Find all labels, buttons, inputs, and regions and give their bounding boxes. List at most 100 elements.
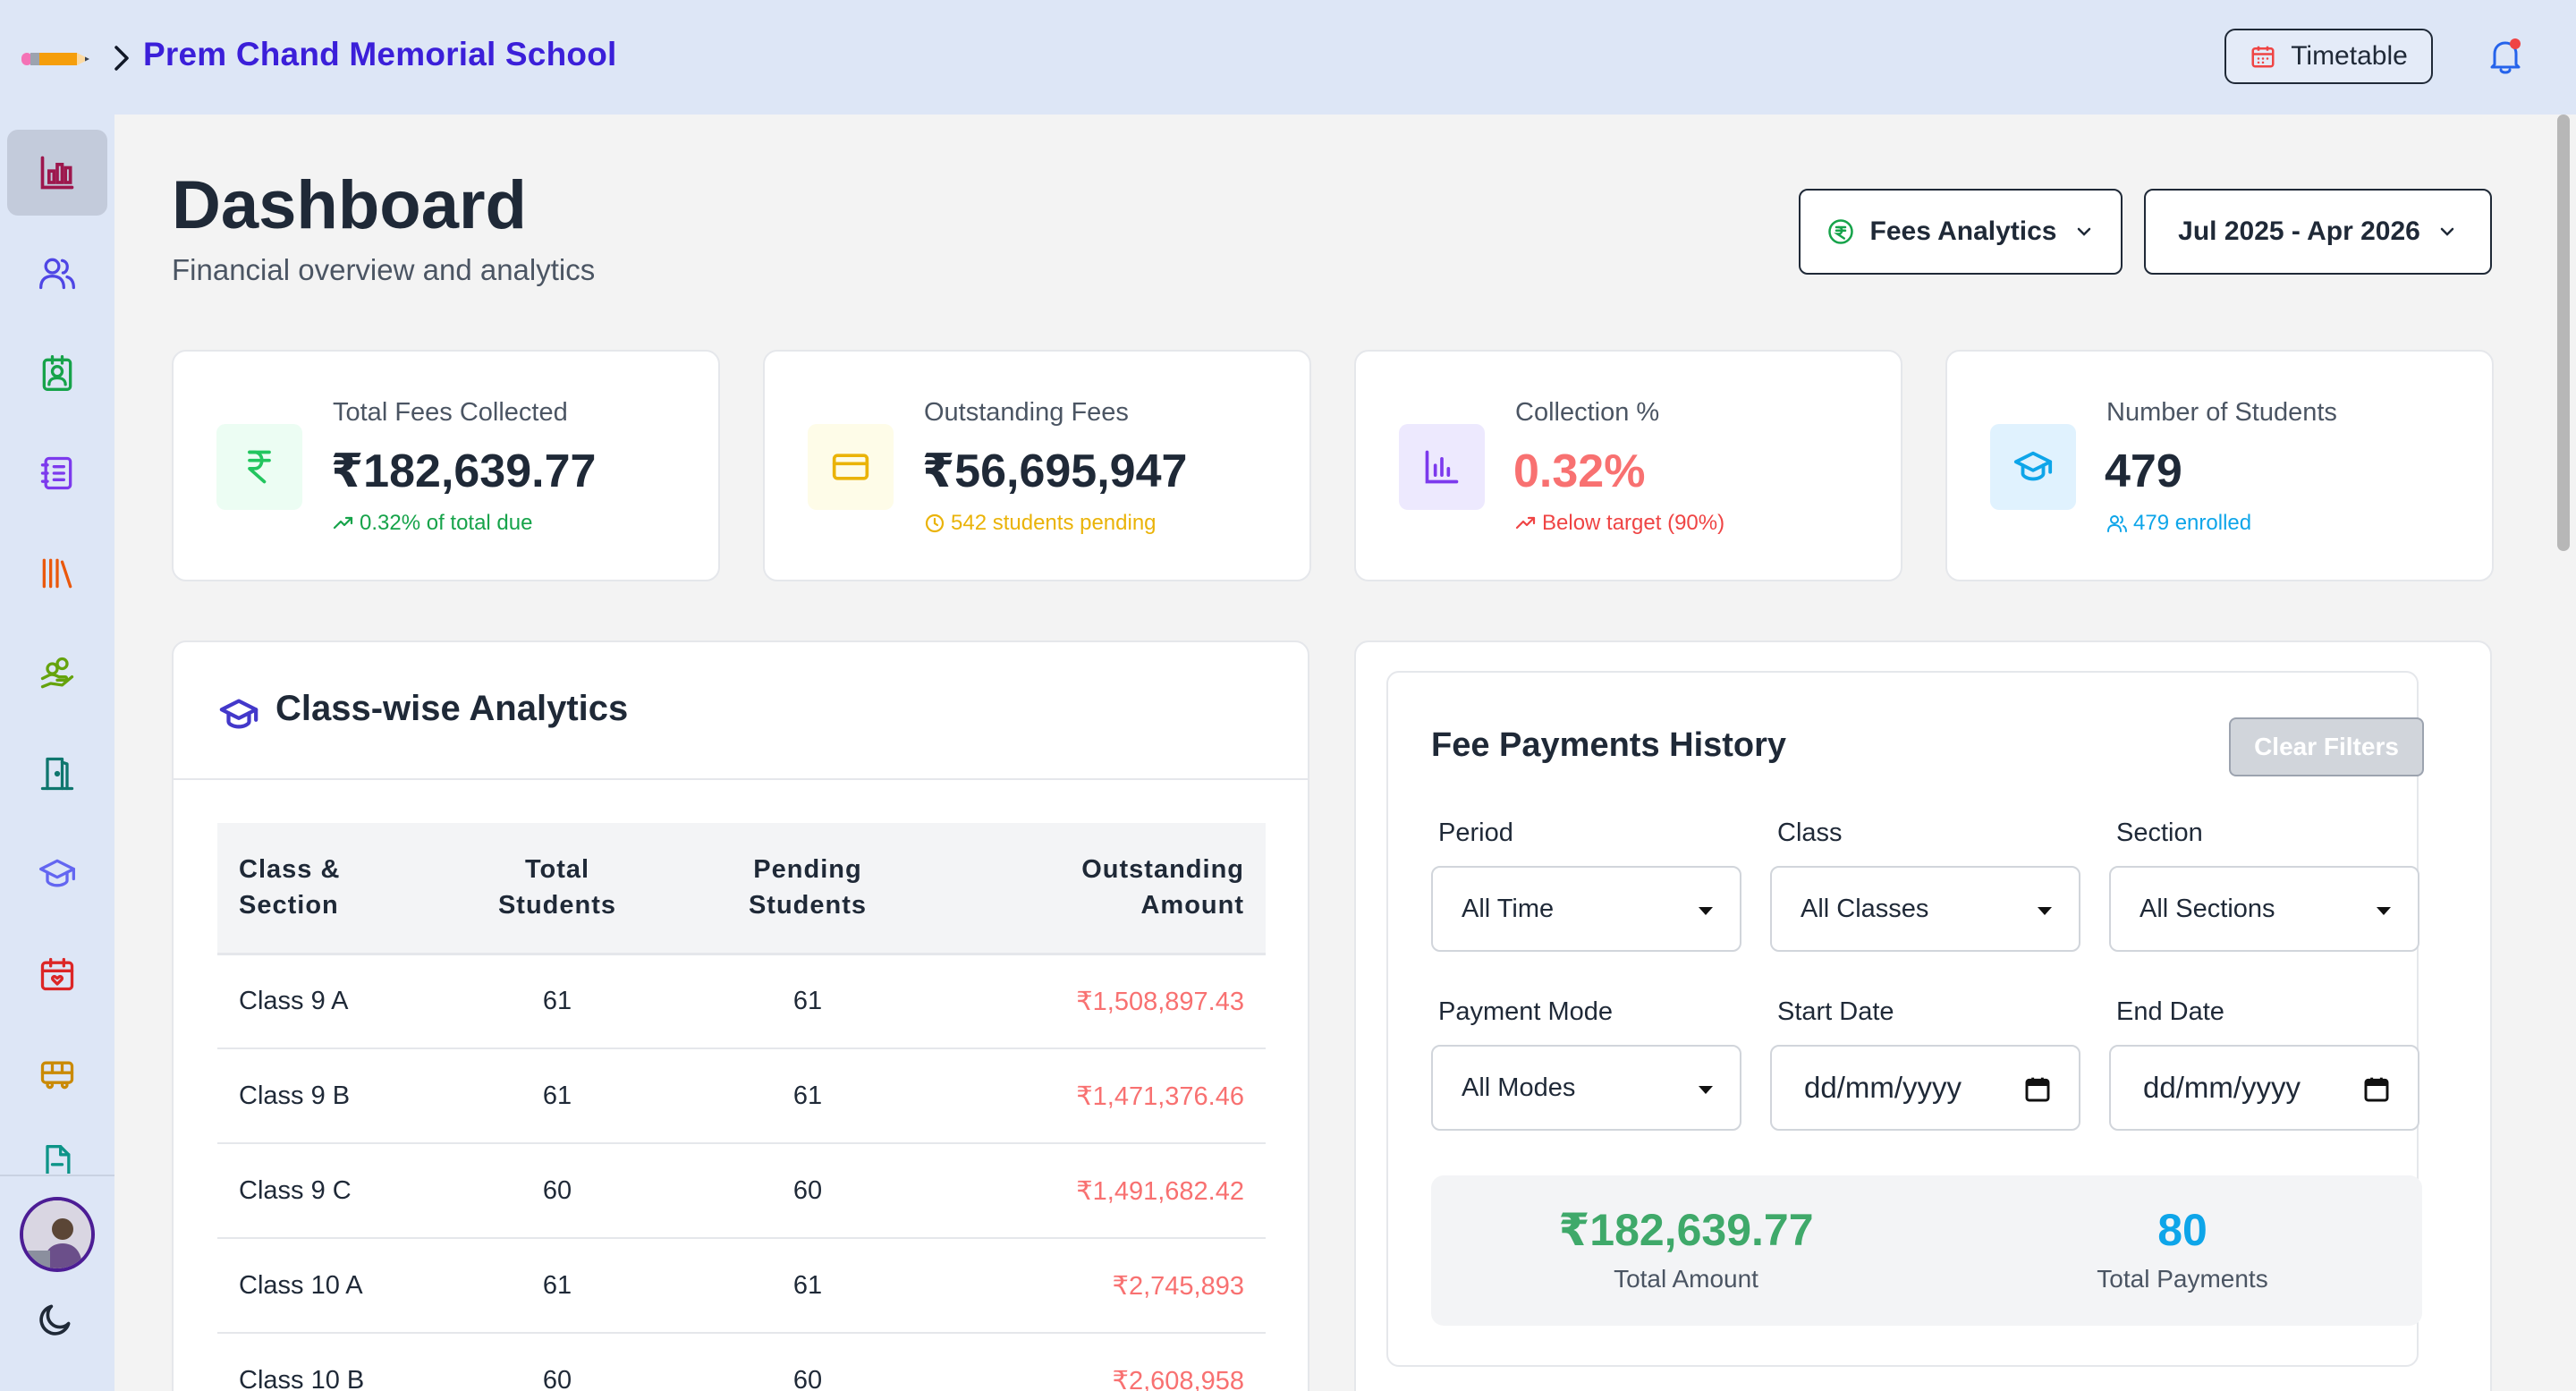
stat-label: Number of Students xyxy=(2106,398,2337,427)
column-header-class[interactable]: Class & Section xyxy=(217,823,432,955)
clear-filters-button[interactable]: Clear Filters xyxy=(2229,717,2424,776)
clock-icon xyxy=(925,513,945,533)
rupee-icon xyxy=(248,450,271,484)
analytics-type-label: Fees Analytics xyxy=(1869,216,2057,246)
notification-bell-icon[interactable] xyxy=(2487,36,2524,77)
sidebar-item-dashboard[interactable] xyxy=(7,130,107,216)
users-icon xyxy=(2107,515,2127,532)
section-label: Section xyxy=(2116,818,2203,847)
analytics-type-selector[interactable]: Fees Analytics xyxy=(1799,189,2123,275)
stat-card-total-fees: Total Fees Collected ₹182,639.77 0.32% o… xyxy=(172,350,720,581)
bus-icon xyxy=(40,1061,74,1090)
stat-icon-tile xyxy=(808,424,894,510)
school-name[interactable]: Prem Chand Memorial School xyxy=(143,36,616,73)
table-row[interactable]: Class 9 C 60 60 ₹1,491,682.42 xyxy=(217,1143,1266,1239)
calendar-icon xyxy=(2251,46,2275,68)
stat-subtext-label: 0.32% of total due xyxy=(360,511,533,535)
stat-subtext: 0.32% of total due xyxy=(333,511,532,536)
payment-mode-select[interactable]: All Modes xyxy=(1431,1045,1741,1131)
column-header-amount[interactable]: Outstanding Amount xyxy=(933,823,1266,955)
cell-total: 61 xyxy=(432,1048,682,1144)
column-header-total[interactable]: Total Students xyxy=(432,823,682,955)
stat-subtext-label: 542 students pending xyxy=(951,511,1157,535)
table-row[interactable]: Class 9 B 61 61 ₹1,471,376.46 xyxy=(217,1048,1266,1144)
cell-total: 61 xyxy=(432,954,682,1049)
avatar-image xyxy=(23,1200,91,1268)
header-line: Total xyxy=(524,855,590,885)
sidebar-item-transport[interactable] xyxy=(7,1031,107,1117)
stat-label: Total Fees Collected xyxy=(333,398,568,427)
stat-subtext-label: Below target (90%) xyxy=(1542,511,1725,535)
sidebar-item-rooms[interactable] xyxy=(7,731,107,817)
table-row[interactable]: Class 10 B 60 60 ₹2,608,958 xyxy=(217,1333,1266,1391)
class-label: Class xyxy=(1777,818,1843,847)
cell-class: Class 9 A xyxy=(217,954,432,1049)
users-icon xyxy=(39,258,75,290)
fee-payments-title: Fee Payments History xyxy=(1431,726,1787,764)
trending-up-icon xyxy=(333,516,353,530)
date-range-selector[interactable]: Jul 2025 - Apr 2026 xyxy=(2144,189,2492,275)
stat-card-outstanding: Outstanding Fees ₹56,695,947 542 student… xyxy=(763,350,1311,581)
sidebar-item-records[interactable] xyxy=(7,430,107,516)
table-row[interactable]: Class 10 A 61 61 ₹2,745,893 xyxy=(217,1238,1266,1334)
cell-pending: 60 xyxy=(682,1333,933,1391)
header-line: Pending xyxy=(753,855,862,885)
sidebar-item-events[interactable] xyxy=(7,931,107,1017)
payments-summary: ₹182,639.77 Total Amount 80 Total Paymen… xyxy=(1431,1175,2422,1326)
id-badge-icon xyxy=(42,355,72,391)
column-header-pending[interactable]: Pending Students xyxy=(682,823,933,955)
end-date-input[interactable]: dd/mm/yyyy xyxy=(2109,1045,2419,1131)
cell-amount: ₹1,508,897.43 xyxy=(933,954,1266,1049)
start-date-placeholder: dd/mm/yyyy xyxy=(1804,1071,1962,1104)
page-scrollbar[interactable] xyxy=(2557,115,2570,551)
caret-down-icon xyxy=(2377,907,2391,915)
sidebar-item-users[interactable] xyxy=(7,230,107,316)
user-avatar[interactable] xyxy=(20,1197,95,1272)
start-date-input[interactable]: dd/mm/yyyy xyxy=(1770,1045,2080,1131)
sidebar-item-fees[interactable] xyxy=(7,631,107,717)
date-range-label: Jul 2025 - Apr 2026 xyxy=(2178,216,2420,246)
pencil-logo-icon[interactable] xyxy=(21,51,91,67)
file-icon xyxy=(46,1145,71,1174)
sidebar-item-library[interactable] xyxy=(7,530,107,616)
fee-payments-card: Fee Payments History Clear Filters Perio… xyxy=(1386,671,2424,1367)
class-wise-analytics-panel: Class-wise Analytics Class & Section Tota… xyxy=(172,640,1309,1391)
calendar-icon[interactable] xyxy=(2023,1075,2052,1104)
total-payments-label: Total Payments xyxy=(2097,1265,2268,1293)
hand-coins-icon xyxy=(40,657,74,689)
period-select[interactable]: All Time xyxy=(1431,866,1741,952)
bar-chart-icon xyxy=(40,156,74,190)
sidebar-item-staff[interactable] xyxy=(7,330,107,416)
table-row[interactable]: Class 9 A 61 61 ₹1,508,897.43 xyxy=(217,954,1266,1049)
timetable-button[interactable]: Timetable xyxy=(2224,29,2433,84)
total-amount-value: ₹182,639.77 xyxy=(1558,1205,1814,1255)
section-select[interactable]: All Sections xyxy=(2109,866,2419,952)
start-date-label: Start Date xyxy=(1777,997,1894,1026)
header-line: Section xyxy=(239,891,339,920)
door-icon xyxy=(40,757,74,791)
cell-class: Class 10 B xyxy=(217,1333,432,1391)
sidebar-item-academics[interactable] xyxy=(7,831,107,917)
class-analytics-table: Class & Section Total Students Pending Stud… xyxy=(217,823,1266,1391)
calendar-icon[interactable] xyxy=(2362,1075,2391,1104)
cell-pending: 61 xyxy=(682,1238,933,1334)
cell-pending: 60 xyxy=(682,1143,933,1239)
stat-value: ₹182,639.77 xyxy=(331,445,597,497)
cell-pending: 61 xyxy=(682,1048,933,1144)
caret-down-icon xyxy=(2038,907,2052,915)
cell-amount: ₹2,608,958 xyxy=(933,1333,1266,1391)
stat-subtext: Below target (90%) xyxy=(1515,511,1724,536)
end-date-label: End Date xyxy=(2116,997,2224,1026)
stat-value: 0.32% xyxy=(1513,445,1646,497)
cell-class: Class 9 C xyxy=(217,1143,432,1239)
graduation-cap-icon xyxy=(39,859,75,887)
class-select-value: All Classes xyxy=(1801,894,1929,923)
dark-mode-moon-icon[interactable] xyxy=(36,1300,75,1339)
stat-icon-tile xyxy=(1399,424,1485,510)
table-header-row: Class & Section Total Students Pending Stud… xyxy=(217,823,1266,955)
graduation-cap-icon xyxy=(2013,451,2053,481)
sidebar-item-documents[interactable] xyxy=(7,1120,107,1174)
header-line: Outstanding xyxy=(1081,855,1244,885)
timetable-label: Timetable xyxy=(2291,41,2408,71)
class-select[interactable]: All Classes xyxy=(1770,866,2080,952)
